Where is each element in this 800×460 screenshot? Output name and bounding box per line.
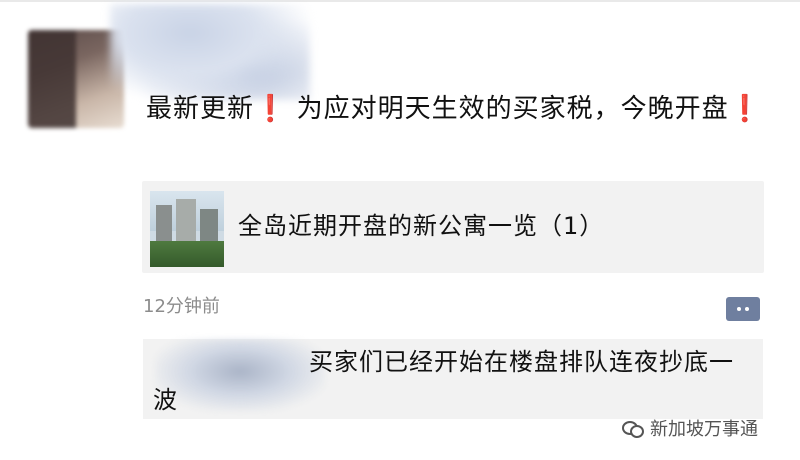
comment-icon[interactable]: [726, 297, 760, 321]
top-divider: [0, 0, 800, 2]
wechat-icon: [622, 419, 644, 438]
comment-area: 买家们已经开始在楼盘排队连夜抄底一波: [143, 339, 763, 419]
link-card-title: 全岛近期开盘的新公寓一览（1）: [238, 212, 605, 240]
author-name-redacted: [110, 4, 310, 100]
post-text-part1: 最新更新: [146, 94, 255, 124]
watermark: 新加坡万事通: [622, 415, 758, 441]
watermark-text: 新加坡万事通: [650, 419, 758, 440]
post-timestamp: 12分钟前: [143, 296, 220, 317]
apartment-thumbnail: [150, 191, 224, 267]
post-text-part2: 为应对明天生效的买家税，今晚开盘: [296, 94, 729, 124]
shared-link-card[interactable]: 全岛近期开盘的新公寓一览（1）: [142, 181, 764, 273]
post-text: 最新更新❗ 为应对明天生效的买家税，今晚开盘❗: [146, 89, 766, 129]
avatar-shadow: [28, 30, 76, 128]
exclamation-icon: ❗: [728, 94, 763, 124]
exclamation-icon: ❗: [254, 94, 288, 124]
comment-text: 买家们已经开始在楼盘排队连夜抄底一波: [153, 348, 734, 414]
